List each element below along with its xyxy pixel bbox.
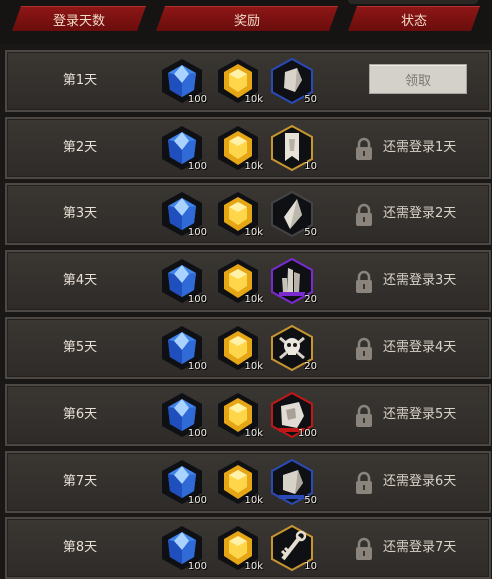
status-text: 还需登录2天 [383,206,457,221]
lock-icon [356,404,372,427]
gold-gem-icon[interactable]: 10k [215,191,263,238]
status-text: 还需登录1天 [383,140,457,155]
gem-quantity: 100 [187,227,207,238]
gold-quantity: 10k [244,428,263,439]
stone-shard-icon[interactable]: 50 [269,58,317,105]
blue-crystal-icon[interactable]: 100 [159,58,207,105]
gem-quantity: 100 [187,428,207,439]
gem-quantity: 100 [187,361,207,372]
blue-crystal-icon[interactable]: 100 [159,325,207,372]
reward-row-day-7: 第7天 100 10k 50 还需登录6天 [5,451,491,513]
status-text: 还需登录4天 [383,340,457,355]
banner-scroll-icon[interactable]: 10 [269,125,317,172]
gold-gem-icon[interactable]: 10k [215,459,263,506]
blue-crystal-icon[interactable]: 100 [159,459,207,506]
gold-quantity: 10k [244,227,263,238]
item-quantity: 20 [304,361,317,372]
gem-quantity: 100 [187,495,207,506]
gem-quantity: 100 [187,561,207,572]
gold-gem-icon[interactable]: 10k [215,125,263,172]
reward-row-day-8: 第8天 100 10k 10 还需登录7天 [5,517,491,579]
gold-gem-icon[interactable]: 10k [215,58,263,105]
gem-quantity: 100 [187,161,207,172]
gold-gem-icon[interactable]: 10k [215,325,263,372]
purple-crystal-cluster-icon[interactable]: 20 [269,258,317,305]
day-label: 第4天 [62,273,98,288]
ore-rock-icon[interactable]: 100 [269,392,317,439]
lock-icon [356,270,372,293]
reward-row-day-2: 第2天 100 10k 10 还需登录1天 [5,117,491,179]
reward-row-day-4: 第4天 100 10k 20 还需登录3天 [5,250,491,312]
top-handle [348,0,478,4]
gold-quantity: 10k [244,161,263,172]
gold-quantity: 10k [244,561,263,572]
item-quantity: 50 [304,94,317,105]
lock-icon [356,471,372,494]
gold-quantity: 10k [244,361,263,372]
lock-icon [356,203,372,226]
lock-icon [356,337,372,360]
header-bar: 登录天数 奖励 状态 [0,0,492,44]
gold-gem-icon[interactable]: 10k [215,392,263,439]
reward-row-day-6: 第6天 100 10k 100 还需登录5天 [5,384,491,446]
header-status: 状态 [348,6,480,31]
item-quantity: 50 [304,227,317,238]
gold-quantity: 10k [244,94,263,105]
blue-crystal-icon[interactable]: 100 [159,191,207,238]
gem-quantity: 100 [187,294,207,305]
skull-crossbones-icon[interactable]: 20 [269,325,317,372]
blue-crystal-icon[interactable]: 100 [159,392,207,439]
header-login-days: 登录天数 [12,6,146,31]
status-text: 还需登录3天 [383,273,457,288]
item-quantity: 20 [304,294,317,305]
gem-quantity: 100 [187,94,207,105]
rock-chunk-icon[interactable]: 50 [269,459,317,506]
item-quantity: 10 [304,561,317,572]
item-quantity: 10 [304,161,317,172]
gold-gem-icon[interactable]: 10k [215,258,263,305]
day-label: 第2天 [62,140,98,155]
status-text: 还需登录6天 [383,474,457,489]
day-label: 第8天 [62,540,98,555]
lock-icon [356,137,372,160]
blue-crystal-icon[interactable]: 100 [159,125,207,172]
day-label: 第6天 [62,407,98,422]
status-text: 还需登录7天 [383,540,457,555]
claim-button[interactable]: 领取 [369,64,467,94]
white-crystal-icon[interactable]: 50 [269,191,317,238]
blue-crystal-icon[interactable]: 100 [159,525,207,572]
item-quantity: 50 [304,495,317,506]
header-reward: 奖励 [156,6,338,31]
gold-gem-icon[interactable]: 10k [215,525,263,572]
reward-row-day-1: 第1天 100 10k 50 领取 [5,50,491,112]
reward-row-day-5: 第5天 100 10k 20 还需登录4天 [5,317,491,379]
day-label: 第1天 [62,73,98,88]
golden-key-icon[interactable]: 10 [269,525,317,572]
status-text: 还需登录5天 [383,407,457,422]
day-label: 第3天 [62,206,98,221]
reward-row-day-3: 第3天 100 10k 50 还需登录2天 [5,183,491,245]
gold-quantity: 10k [244,495,263,506]
day-label: 第5天 [62,340,98,355]
gold-quantity: 10k [244,294,263,305]
lock-icon [356,537,372,560]
blue-crystal-icon[interactable]: 100 [159,258,207,305]
item-quantity: 100 [297,428,317,439]
day-label: 第7天 [62,474,98,489]
